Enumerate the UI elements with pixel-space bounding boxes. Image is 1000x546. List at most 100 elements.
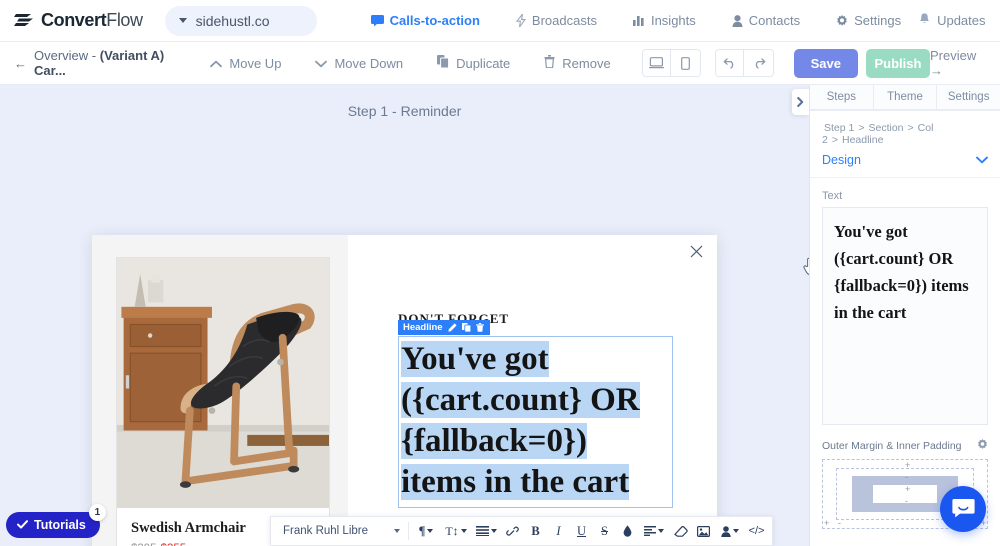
paragraph-icon[interactable]: ¶: [411, 517, 441, 545]
trash-icon: [544, 55, 555, 71]
remove-button[interactable]: Remove: [527, 55, 627, 71]
speech-bubble-icon: [370, 15, 384, 26]
image-icon[interactable]: [692, 517, 715, 545]
headline-edit-box[interactable]: You've got ({cart.count} OR {fallback=0}…: [398, 336, 673, 508]
headline-text[interactable]: You've got ({cart.count} OR {fallback=0}…: [401, 339, 672, 503]
nav-label: Broadcasts: [531, 13, 597, 28]
intercom-chat-button[interactable]: [940, 486, 986, 532]
chevron-down-icon: [315, 56, 328, 71]
nav-item-insights[interactable]: Insights: [615, 13, 714, 28]
code-icon[interactable]: </>: [745, 517, 768, 545]
merge-tag-icon[interactable]: [715, 517, 745, 545]
text-field-label: Text: [822, 190, 843, 202]
undo-button[interactable]: [716, 50, 745, 76]
headline-line: {fallback=0}): [401, 423, 587, 459]
text-size-icon[interactable]: T↕: [441, 517, 471, 545]
tab-steps[interactable]: Steps: [810, 85, 874, 110]
move-down-button[interactable]: Move Down: [298, 56, 420, 71]
chevron-up-icon: [210, 56, 223, 71]
nav-right-cluster: Updates: [919, 6, 1000, 35]
breadcrumb-separator: >: [831, 134, 838, 146]
tutorials-button[interactable]: Tutorials: [6, 512, 100, 538]
move-down-label: Move Down: [334, 55, 404, 71]
bolt-icon: [515, 14, 526, 27]
publish-button[interactable]: Publish: [865, 48, 931, 78]
headline-line: items in the cart: [401, 464, 630, 500]
bell-icon: [919, 13, 930, 28]
list-icon[interactable]: [471, 517, 501, 545]
bar-chart-icon: [632, 15, 645, 26]
mouse-cursor-pointer: [803, 257, 809, 279]
move-up-button[interactable]: Move Up: [193, 56, 298, 71]
duplicate-icon: [437, 55, 450, 71]
text-color-icon[interactable]: [616, 517, 639, 545]
tutorials-count-badge: 1: [88, 504, 106, 521]
design-label: Design: [822, 153, 861, 167]
tab-settings[interactable]: Settings: [937, 85, 1000, 110]
convertflow-logo[interactable]: ConvertFlow: [14, 10, 143, 31]
panel-collapse-toggle[interactable]: [792, 89, 809, 115]
site-name: sidehustl.co: [195, 12, 270, 29]
nav-item-broadcasts[interactable]: Broadcasts: [498, 13, 615, 28]
back-to-overview-link[interactable]: ← Overview - (Variant A) Car...: [14, 48, 179, 78]
mobile-view-button[interactable]: [671, 50, 699, 76]
link-icon[interactable]: [501, 517, 524, 545]
check-icon: [17, 518, 28, 532]
duplicate-icon[interactable]: [461, 323, 471, 332]
font-family-select[interactable]: Frank Ruhl Libre: [275, 525, 406, 537]
breadcrumb-item[interactable]: Step 1: [824, 122, 854, 134]
toolbar-actions: Move Up Move Down Duplicate Remove: [193, 55, 627, 71]
panel-tabs: Steps Theme Settings: [810, 85, 1000, 111]
strikethrough-icon[interactable]: S: [593, 517, 616, 545]
padding-top-plus[interactable]: +: [905, 485, 910, 494]
popup-left-column: Swedish Armchair $395$355: [92, 235, 348, 546]
breadcrumb-separator: >: [858, 122, 865, 134]
headline-text-value: You've got ({cart.count} OR {fallback=0}…: [834, 222, 969, 322]
tab-theme[interactable]: Theme: [873, 85, 938, 110]
properties-panel: Steps Theme Settings Step 1 > Section > Col …: [810, 85, 1000, 546]
nav-item-calls-to-action[interactable]: Calls-to-action: [353, 13, 498, 28]
margin-top-plus[interactable]: +: [905, 461, 910, 470]
preview-link[interactable]: Preview →: [930, 48, 986, 78]
breadcrumb-item[interactable]: Headline: [842, 134, 883, 146]
padding-inner-minus[interactable]: -: [905, 497, 908, 506]
save-button[interactable]: Save: [793, 48, 858, 78]
headline-text-input[interactable]: You've got ({cart.count} OR {fallback=0}…: [822, 207, 988, 425]
top-navigation-bar: ConvertFlow sidehustl.co Calls-to-action…: [0, 0, 1000, 42]
updates-label: Updates: [937, 13, 986, 28]
headline-line: You've got: [401, 341, 549, 377]
close-icon[interactable]: [690, 245, 703, 261]
align-icon[interactable]: [639, 517, 669, 545]
move-up-label: Move Up: [229, 55, 282, 71]
padding-left-minus[interactable]: -: [838, 519, 841, 528]
site-selector[interactable]: sidehustl.co: [164, 5, 317, 36]
nav-item-settings[interactable]: Settings: [818, 13, 919, 28]
trash-icon[interactable]: [475, 323, 484, 332]
font-family-value: Frank Ruhl Libre: [283, 525, 369, 537]
duplicate-button[interactable]: Duplicate: [420, 55, 527, 71]
device-preview-toggle: [641, 49, 701, 77]
breadcrumb-item[interactable]: Section: [869, 122, 904, 134]
rich-text-format-toolbar: Frank Ruhl Libre ¶ T↕ B I U S </>: [270, 516, 774, 546]
clear-format-icon[interactable]: [669, 517, 692, 545]
margin-left-plus[interactable]: +: [824, 519, 829, 528]
gear-icon: [836, 14, 848, 27]
nav-item-contacts[interactable]: Contacts: [714, 13, 818, 28]
gear-icon[interactable]: [977, 439, 988, 453]
tutorials-label: Tutorials: [34, 518, 86, 532]
italic-icon[interactable]: I: [547, 517, 570, 545]
desktop-view-button[interactable]: [643, 50, 672, 76]
primary-nav: Calls-to-action Broadcasts Insights Cont…: [353, 13, 919, 28]
product-card[interactable]: Swedish Armchair $395$355: [116, 257, 330, 546]
chevron-down-icon: [976, 153, 988, 167]
logo-wordmark: ConvertFlow: [41, 10, 143, 30]
nav-label: Calls-to-action: [389, 13, 480, 28]
bold-icon[interactable]: B: [524, 517, 547, 545]
updates-link[interactable]: Updates: [919, 13, 986, 28]
padding-top-minus[interactable]: -: [905, 473, 908, 482]
underline-icon[interactable]: U: [570, 517, 593, 545]
redo-button[interactable]: [744, 50, 772, 76]
divider: [408, 522, 410, 540]
design-accordion-toggle[interactable]: Design: [810, 146, 1000, 178]
edit-pencil-icon[interactable]: [448, 323, 457, 332]
